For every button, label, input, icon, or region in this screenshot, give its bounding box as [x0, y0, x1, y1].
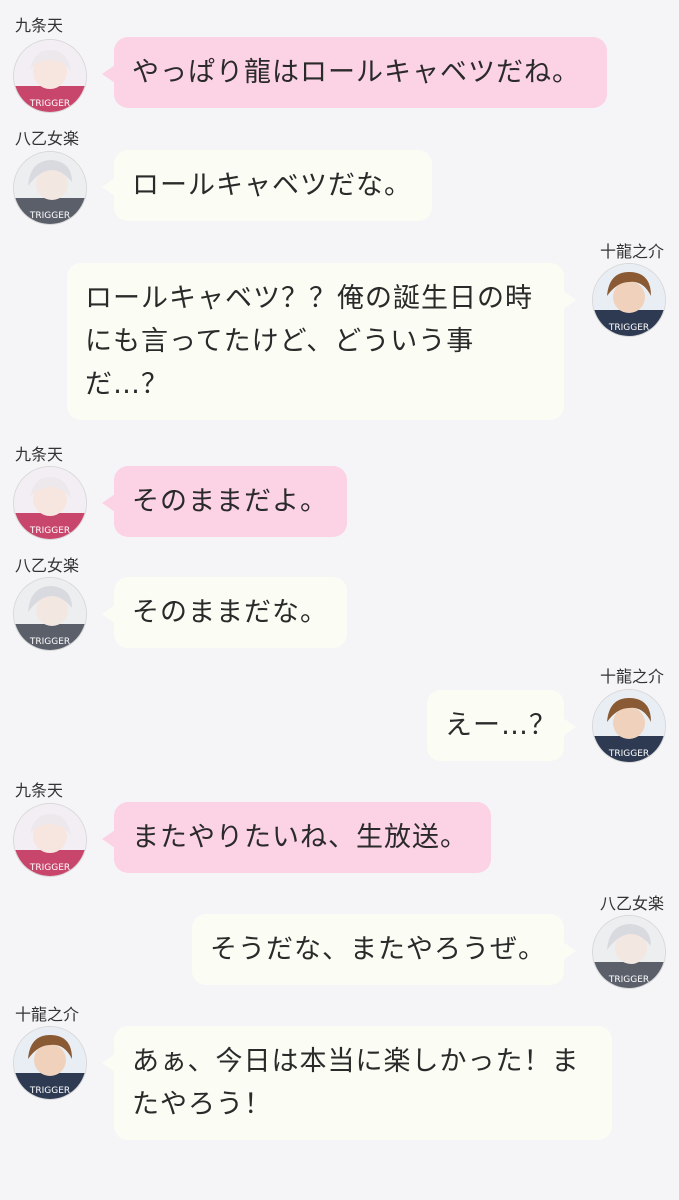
- tenn-avatar[interactable]: TRIGGER: [14, 804, 86, 876]
- sender-name: 八乙女楽: [599, 894, 664, 913]
- ryu-avatar[interactable]: TRIGGER: [593, 264, 665, 336]
- sender-name: 十龍之介: [15, 1005, 80, 1024]
- gaku-avatar[interactable]: TRIGGER: [14, 152, 86, 224]
- sender-name: 十龍之介: [599, 667, 664, 686]
- chat-bubble: やっぱり龍はロールキャベツだね。: [102, 37, 607, 108]
- gaku-avatar[interactable]: TRIGGER: [14, 578, 86, 650]
- sender-name: 九条天: [15, 445, 64, 464]
- chat-bubble: またやりたいね、生放送。: [102, 802, 491, 873]
- sender-name: 八乙女楽: [15, 129, 80, 148]
- svg-text:TRIGGER: TRIGGER: [29, 526, 70, 536]
- gaku-avatar[interactable]: TRIGGER: [593, 916, 665, 988]
- chat-bubble: ロールキャベツ？？俺の誕生日の時 にも言ってたけど、どういう事 だ…？: [67, 263, 576, 420]
- sender-name: 九条天: [15, 16, 64, 35]
- sender-name: 十龍之介: [599, 242, 664, 261]
- chat-bubble: そのままだよ。: [102, 466, 347, 537]
- chat-bubble: ロールキャベツだな。: [102, 150, 432, 221]
- sender-name: 八乙女楽: [15, 556, 80, 575]
- chat-bubble: えー…？: [427, 690, 576, 761]
- svg-text:TRIGGER: TRIGGER: [608, 975, 649, 985]
- svg-text:TRIGGER: TRIGGER: [608, 749, 649, 759]
- svg-text:TRIGGER: TRIGGER: [29, 99, 70, 109]
- svg-text:TRIGGER: TRIGGER: [29, 1086, 70, 1096]
- svg-text:TRIGGER: TRIGGER: [29, 863, 70, 873]
- chat-bubble: そうだな、またやろうぜ。: [192, 914, 576, 985]
- svg-text:TRIGGER: TRIGGER: [29, 211, 70, 221]
- tenn-avatar[interactable]: TRIGGER: [14, 40, 86, 112]
- svg-text:TRIGGER: TRIGGER: [29, 637, 70, 647]
- svg-text:TRIGGER: TRIGGER: [608, 323, 649, 333]
- ryu-avatar[interactable]: TRIGGER: [593, 690, 665, 762]
- chat-bubble: あぁ、今日は本当に楽しかった！ま たやろう！: [102, 1026, 612, 1140]
- ryu-avatar[interactable]: TRIGGER: [14, 1027, 86, 1099]
- tenn-avatar[interactable]: TRIGGER: [14, 467, 86, 539]
- sender-name: 九条天: [15, 781, 64, 800]
- chat-bubble: そのままだな。: [102, 577, 347, 648]
